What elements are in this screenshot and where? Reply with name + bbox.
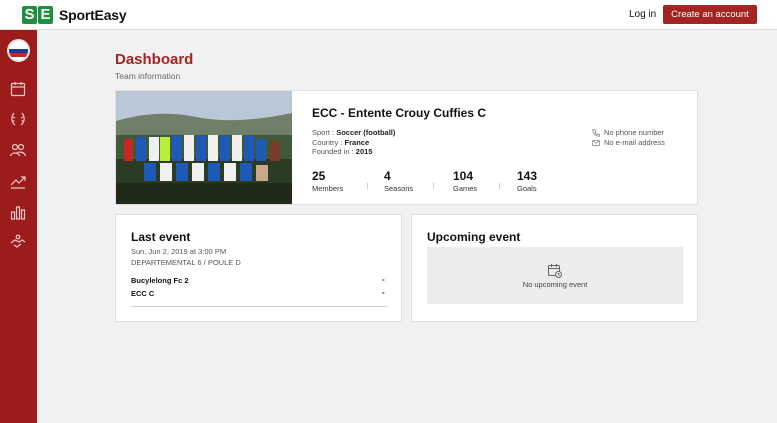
stat-goals-value: 143	[517, 169, 538, 183]
sport-value: Soccer (football)	[336, 128, 396, 137]
upcoming-event-title: Upcoming event	[427, 230, 521, 244]
stat-games: 104 Games	[453, 169, 477, 193]
team-info-card: ECC - Entente Crouy Cuffies C Sport : So…	[115, 90, 698, 205]
last-event-date: Sun, Jun 2, 2019 at 3:00 PM	[131, 247, 227, 256]
email-icon	[592, 139, 600, 146]
email-text: No e-mail address	[604, 138, 665, 147]
last-event-title: Last event	[131, 230, 191, 244]
trend-chart-icon[interactable]	[9, 172, 27, 190]
team-name: ECC - Entente Crouy Cuffies C	[312, 106, 487, 120]
last-event-card[interactable]: Last event Sun, Jun 2, 2019 at 3:00 PM D…	[115, 214, 402, 322]
phone-row: No phone number	[592, 128, 664, 137]
sport-label: Sport :	[312, 128, 335, 137]
away-team-score: -	[382, 288, 385, 297]
home-team-score: -	[382, 275, 385, 284]
sidebar	[0, 30, 37, 423]
upcoming-event-card: Upcoming event No upcoming event	[411, 214, 698, 322]
stat-games-value: 104	[453, 169, 474, 183]
stat-seasons-label: Seasons	[384, 184, 414, 193]
team-photo	[116, 91, 292, 204]
last-event-competition: DEPARTEMENTAL 6 / POULE D	[131, 258, 241, 267]
stat-divider	[499, 183, 500, 189]
logo-text: SportEasy	[59, 7, 127, 23]
empty-state: No upcoming event	[427, 247, 683, 304]
login-link[interactable]: Log in	[629, 9, 656, 20]
stat-goals-label: Goals	[517, 184, 537, 193]
country-value: France	[344, 138, 370, 147]
founded-row: Founded in : 2015	[312, 147, 372, 156]
stat-goals: 143 Goals	[517, 169, 537, 193]
avatar-stripe-red	[9, 53, 28, 57]
bar-chart-icon[interactable]	[9, 203, 27, 221]
team-avatar[interactable]	[7, 39, 30, 62]
laurel-icon[interactable]	[9, 110, 27, 128]
away-team-name: ECC C	[131, 289, 155, 298]
logo-letter-e: E	[38, 6, 53, 24]
founded-label: Founded in :	[312, 147, 354, 156]
logo-mark: S E	[22, 6, 54, 24]
phone-text: No phone number	[604, 128, 665, 137]
logo-letter-s: S	[22, 6, 37, 24]
founded-value: 2015	[355, 147, 373, 156]
sport-row: Sport : Soccer (football)	[312, 128, 395, 137]
top-bar: S E SportEasy Log in Create an account	[0, 0, 777, 30]
sporteasy-logo[interactable]: S E SportEasy	[22, 6, 127, 24]
handshake-icon[interactable]	[9, 233, 27, 251]
home-team-name: Bucylelong Fc 2	[131, 276, 189, 285]
calendar-icon[interactable]	[9, 80, 27, 98]
phone-icon	[592, 128, 600, 137]
empty-state-text: No upcoming event	[522, 280, 588, 289]
calendar-clock-icon	[547, 263, 563, 279]
page-subtitle: Team information	[115, 71, 181, 81]
create-account-button[interactable]: Create an account	[663, 5, 757, 24]
country-label: Country :	[312, 138, 343, 147]
divider	[131, 306, 387, 307]
email-row: No e-mail address	[592, 138, 665, 147]
country-row: Country : France	[312, 138, 369, 147]
page-title: Dashboard	[115, 51, 194, 68]
stat-divider	[367, 183, 368, 189]
stat-members-value: 25	[312, 169, 326, 183]
team-members-icon[interactable]	[9, 141, 27, 159]
stat-members: 25 Members	[312, 169, 343, 193]
stat-games-label: Games	[453, 184, 478, 193]
stat-seasons-value: 4	[384, 169, 391, 183]
stat-seasons: 4 Seasons	[384, 169, 413, 193]
stat-members-label: Members	[312, 184, 344, 193]
stat-divider	[433, 183, 434, 189]
